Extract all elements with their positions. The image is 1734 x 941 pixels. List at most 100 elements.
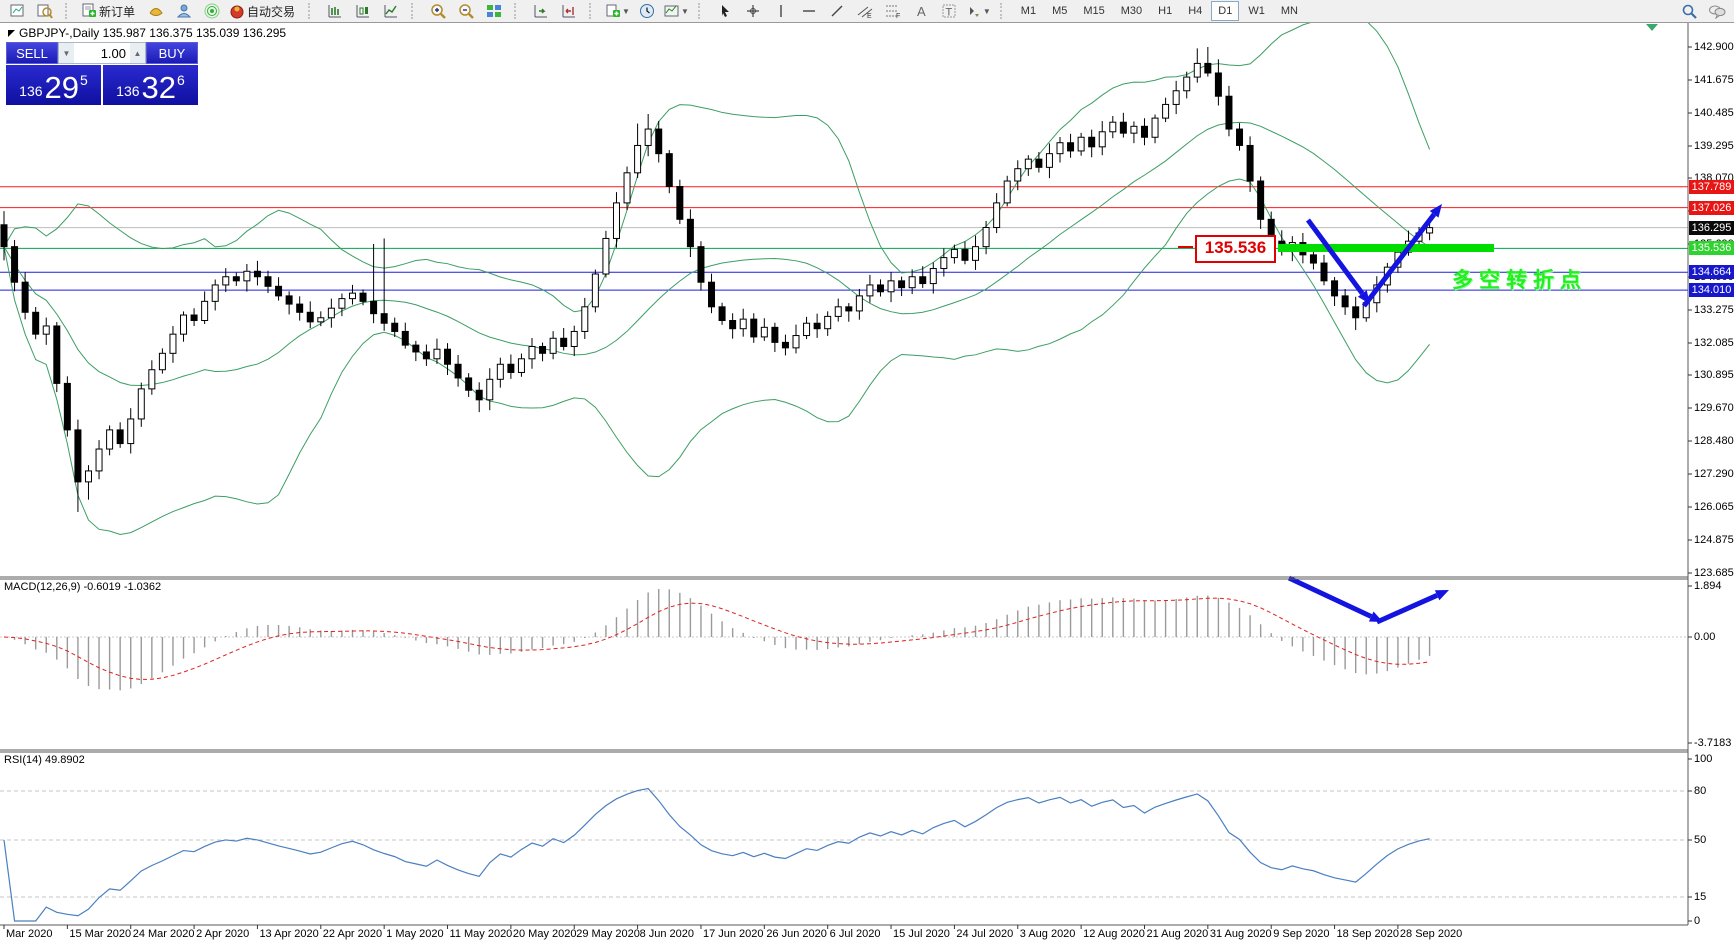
timeframe-d1[interactable]: D1 bbox=[1211, 1, 1239, 21]
text-label-tool[interactable]: T bbox=[935, 0, 963, 22]
candle-body bbox=[550, 338, 556, 353]
cursor-tool[interactable] bbox=[711, 0, 739, 22]
sell-button[interactable]: SELL bbox=[6, 42, 58, 64]
date-label: 29 May 2020 bbox=[576, 928, 640, 940]
candle-body bbox=[476, 390, 482, 400]
chart-shift-icon[interactable] bbox=[555, 0, 583, 22]
bar-chart-mode-icon[interactable] bbox=[321, 0, 349, 22]
price-axis-tick: 123.685 bbox=[1694, 567, 1734, 579]
candle-body bbox=[1015, 169, 1021, 181]
timeframe-w1[interactable]: W1 bbox=[1241, 1, 1272, 21]
candle-body bbox=[254, 271, 260, 276]
candle-body bbox=[1, 225, 7, 247]
add-indicator-button[interactable]: ▼ bbox=[602, 0, 633, 22]
fibonacci-tool[interactable]: F bbox=[879, 0, 907, 22]
candle-body bbox=[75, 430, 81, 482]
candle-body bbox=[1353, 307, 1359, 318]
text-tool[interactable]: A bbox=[907, 0, 935, 22]
timeframe-m1[interactable]: M1 bbox=[1014, 1, 1043, 21]
price-badge: 134.010 bbox=[1689, 283, 1734, 297]
auto-scroll-icon[interactable] bbox=[527, 0, 555, 22]
candle-body bbox=[1110, 122, 1116, 132]
timeframe-m30[interactable]: M30 bbox=[1114, 1, 1149, 21]
candle-body bbox=[318, 318, 324, 322]
price-chart-canvas[interactable] bbox=[0, 0, 1734, 941]
candlestick-mode-icon[interactable] bbox=[349, 0, 377, 22]
volume-decrease-button[interactable]: ▼ bbox=[59, 43, 74, 63]
toolbar-separator bbox=[589, 3, 596, 19]
candle-body bbox=[1152, 118, 1158, 137]
new-order-button[interactable]: 新订单 bbox=[78, 0, 142, 22]
candle-body bbox=[529, 346, 535, 358]
date-label: 31 Aug 2020 bbox=[1210, 928, 1272, 940]
candle-body bbox=[793, 336, 799, 348]
zoom-out-button[interactable] bbox=[452, 0, 480, 22]
price-callout-135536[interactable]: 135.536 bbox=[1195, 235, 1276, 263]
chat-icon[interactable] bbox=[1703, 0, 1731, 22]
buy-price-big: 32 bbox=[142, 74, 176, 102]
svg-text:F: F bbox=[896, 13, 900, 19]
candle-body bbox=[761, 327, 767, 337]
buy-price-button[interactable]: 136326 bbox=[103, 65, 198, 105]
candle-body bbox=[1131, 126, 1137, 133]
candle-body bbox=[349, 293, 355, 298]
line-chart-mode-icon[interactable] bbox=[377, 0, 405, 22]
rsi-label: RSI(14) 49.8902 bbox=[4, 754, 85, 766]
candle-body bbox=[877, 285, 883, 292]
candle-body bbox=[772, 327, 778, 342]
horizontal-line-tool[interactable] bbox=[795, 0, 823, 22]
candle-body bbox=[423, 352, 429, 359]
trend-arrow bbox=[1377, 595, 1437, 622]
candle-body bbox=[85, 471, 91, 482]
timeframe-h4[interactable]: H4 bbox=[1181, 1, 1209, 21]
price-badge: 135.536 bbox=[1689, 241, 1734, 255]
volume-input[interactable] bbox=[74, 43, 130, 63]
rsi-axis-tick: 0 bbox=[1694, 915, 1700, 927]
candle-body bbox=[22, 282, 28, 312]
candle-body bbox=[1226, 96, 1232, 129]
candle-body bbox=[603, 238, 609, 274]
candle-body bbox=[244, 271, 250, 281]
price-axis-tick: 141.675 bbox=[1694, 74, 1734, 86]
vertical-line-tool[interactable] bbox=[767, 0, 795, 22]
trendline-tool[interactable] bbox=[823, 0, 851, 22]
macd-axis-tick: 1.894 bbox=[1694, 580, 1722, 592]
volume-increase-button[interactable]: ▲ bbox=[130, 43, 145, 63]
chart-preview-icon[interactable] bbox=[31, 0, 59, 22]
periods-button[interactable] bbox=[633, 0, 661, 22]
timeframe-m5[interactable]: M5 bbox=[1045, 1, 1074, 21]
arrows-tool[interactable]: ▼ bbox=[963, 0, 994, 22]
candle-body bbox=[202, 301, 208, 320]
candle-body bbox=[328, 308, 334, 318]
sell-price-button[interactable]: 136295 bbox=[6, 65, 101, 105]
candle-body bbox=[96, 449, 102, 471]
price-axis-tick: 139.295 bbox=[1694, 140, 1734, 152]
price-axis-tick: 129.670 bbox=[1694, 402, 1734, 414]
new-chart-icon[interactable] bbox=[3, 0, 31, 22]
candle-body bbox=[339, 299, 345, 309]
templates-button[interactable]: ▼ bbox=[661, 0, 692, 22]
deposit-icon[interactable] bbox=[142, 0, 170, 22]
autotrade-button[interactable]: 自动交易 bbox=[226, 0, 302, 22]
timeframe-h1[interactable]: H1 bbox=[1151, 1, 1179, 21]
cn-annotation[interactable]: 多空转折点 bbox=[1452, 264, 1587, 294]
price-axis-tick: 133.275 bbox=[1694, 304, 1734, 316]
community-icon[interactable] bbox=[170, 0, 198, 22]
crosshair-tool[interactable] bbox=[739, 0, 767, 22]
timeframe-m15[interactable]: M15 bbox=[1076, 1, 1111, 21]
timeframe-mn[interactable]: MN bbox=[1274, 1, 1305, 21]
candle-body bbox=[540, 346, 546, 353]
buy-button[interactable]: BUY bbox=[146, 42, 198, 64]
date-label: 13 Apr 2020 bbox=[259, 928, 318, 940]
signals-icon[interactable] bbox=[198, 0, 226, 22]
date-label: 6 Jul 2020 bbox=[830, 928, 881, 940]
price-axis-tick: 128.480 bbox=[1694, 435, 1734, 447]
zoom-in-button[interactable] bbox=[424, 0, 452, 22]
candle-body bbox=[719, 307, 725, 321]
search-icon[interactable] bbox=[1675, 0, 1703, 22]
tile-windows-icon[interactable] bbox=[480, 0, 508, 22]
candle-body bbox=[159, 353, 165, 369]
channel-tool[interactable]: E bbox=[851, 0, 879, 22]
trend-arrow bbox=[1289, 578, 1371, 616]
candle-body bbox=[561, 338, 567, 346]
